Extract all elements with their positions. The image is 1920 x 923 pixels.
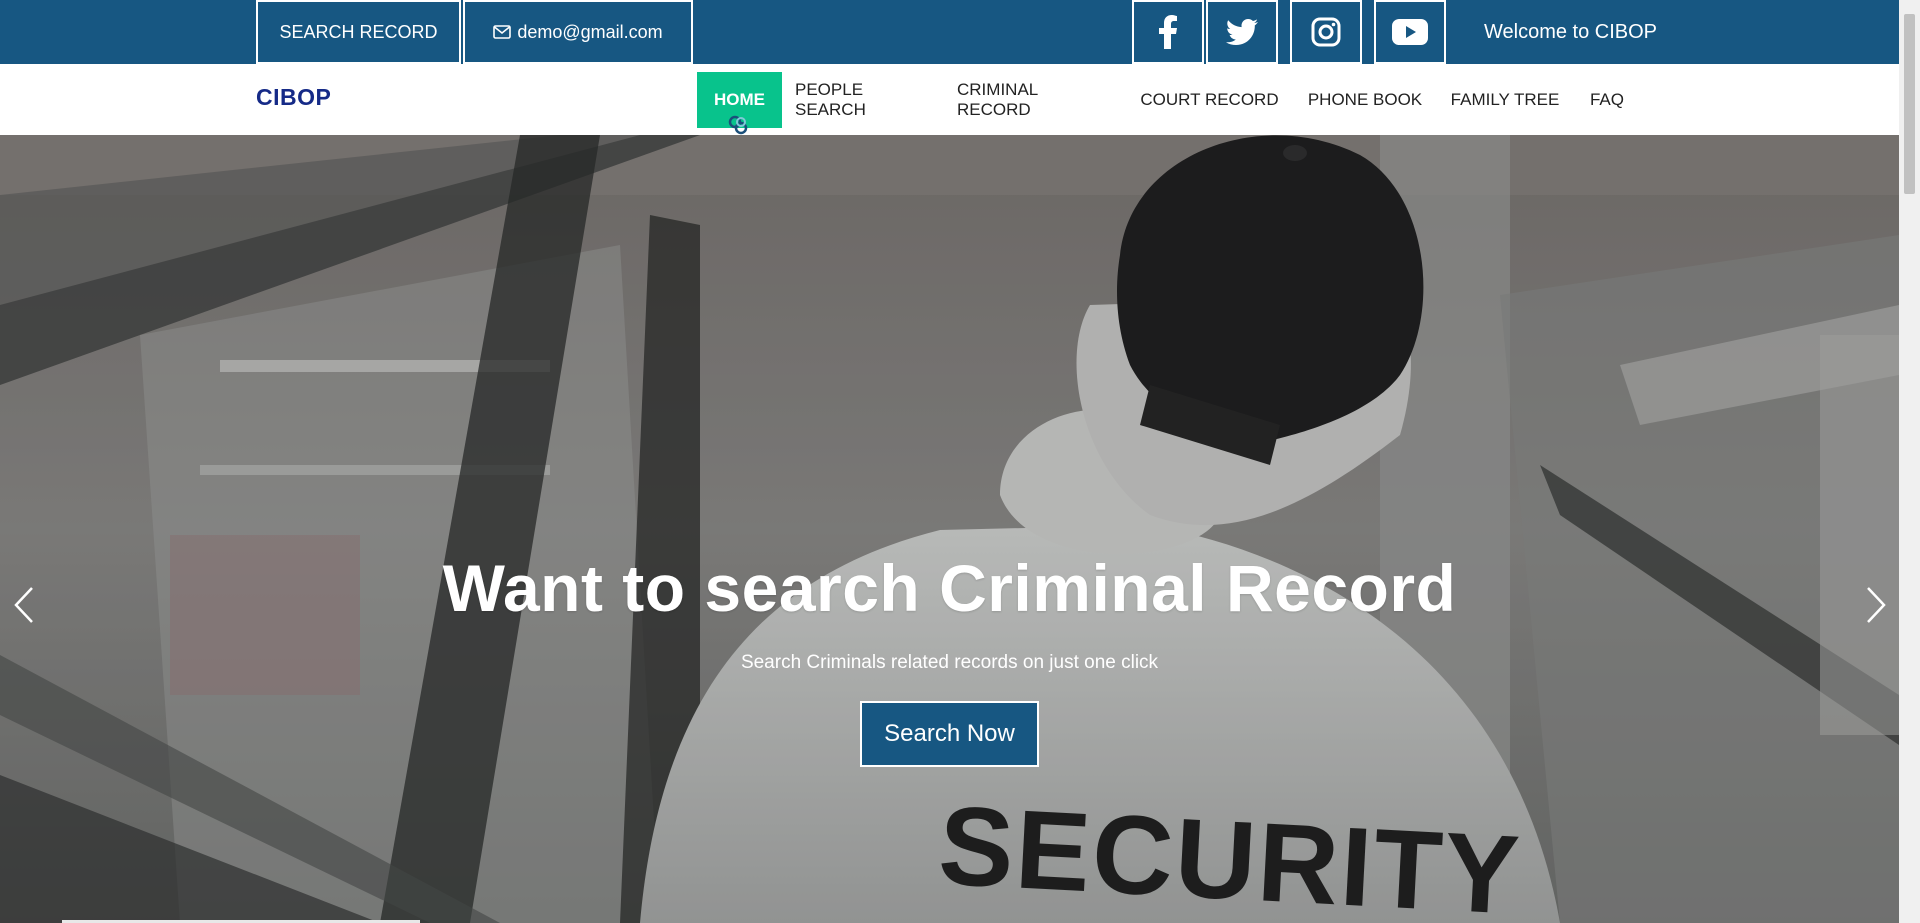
nav-family-tree[interactable]: FAMILY TREE — [1449, 72, 1561, 128]
youtube-link[interactable] — [1374, 0, 1446, 64]
chevron-right-icon — [1867, 587, 1886, 623]
nav-faq[interactable]: FAQ — [1585, 72, 1629, 128]
instagram-link[interactable] — [1290, 0, 1362, 64]
main-nav: CIBOP HOME PEOPLE SEARCH CRIMINAL RECORD… — [0, 64, 1899, 135]
nav-criminal-record[interactable]: CRIMINAL RECORD — [957, 72, 1112, 128]
chevron-left-icon — [14, 587, 33, 623]
instagram-icon — [1311, 17, 1341, 47]
slider-prev-button[interactable] — [4, 580, 44, 630]
hero-overlay — [0, 135, 1899, 923]
scrollbar-thumb[interactable] — [1904, 14, 1915, 194]
hero-subtitle: Search Criminals related records on just… — [740, 652, 1159, 673]
facebook-icon — [1159, 15, 1177, 49]
twitter-icon — [1226, 19, 1258, 45]
search-now-button[interactable]: Search Now — [860, 701, 1039, 767]
nav-people-search[interactable]: PEOPLE SEARCH — [795, 72, 932, 128]
youtube-icon — [1392, 19, 1428, 45]
envelope-icon — [493, 25, 512, 39]
email-text: demo@gmail.com — [517, 21, 663, 42]
search-record-link[interactable]: SEARCH RECORD — [256, 0, 461, 64]
cursor-move-icon — [728, 115, 748, 135]
page-scrollbar[interactable] — [1899, 0, 1920, 923]
hero-title: Want to search Criminal Record — [442, 551, 1457, 625]
nav-phone-book[interactable]: PHONE BOOK — [1305, 72, 1425, 128]
brand-logo[interactable]: CIBOP — [256, 84, 331, 111]
twitter-link[interactable] — [1206, 0, 1278, 64]
nav-court-record[interactable]: COURT RECORD — [1137, 72, 1282, 128]
facebook-link[interactable] — [1132, 0, 1204, 64]
top-bar: SEARCH RECORD demo@gmail.com Welcome to … — [0, 0, 1899, 64]
email-link[interactable]: demo@gmail.com — [463, 0, 693, 64]
hero-slider: SECURITY Want to search Criminal Record … — [0, 135, 1899, 923]
slider-next-button[interactable] — [1856, 580, 1896, 630]
welcome-text: Welcome to CIBOP — [1484, 20, 1658, 43]
